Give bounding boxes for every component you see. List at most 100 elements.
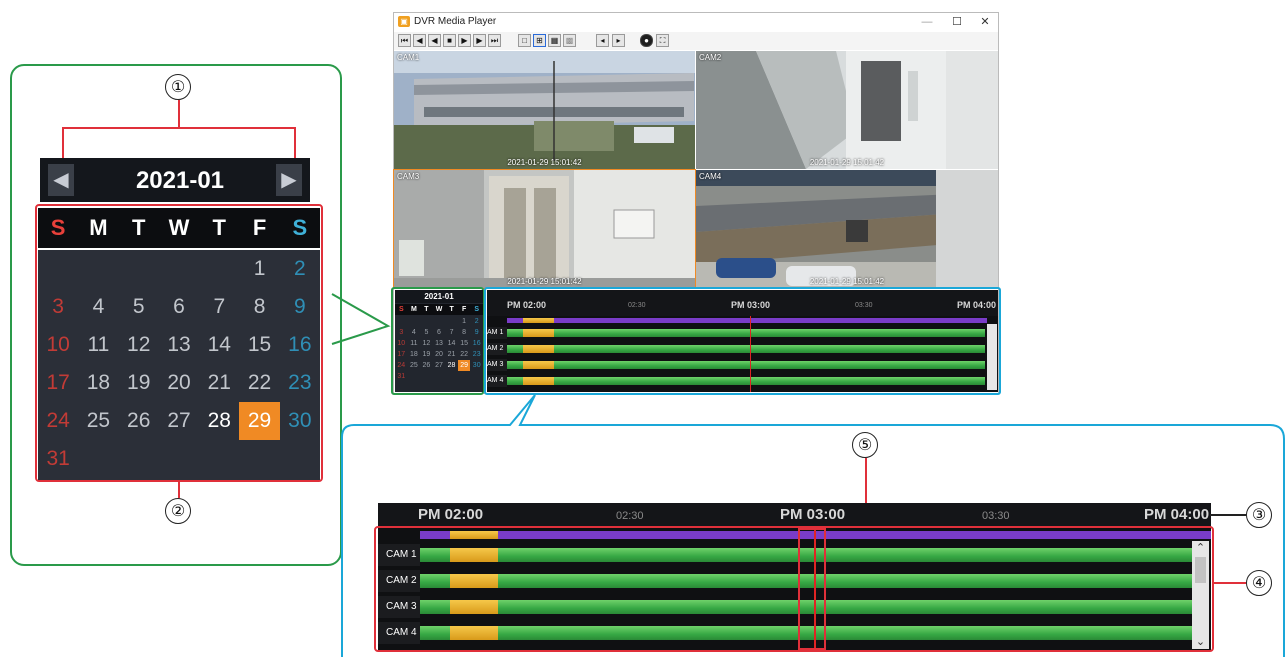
calendar-day-cell[interactable]: 28 xyxy=(199,402,239,440)
small-event-bar-1[interactable] xyxy=(523,329,554,337)
small-calendar-day-cell[interactable]: 22 xyxy=(458,349,471,360)
small-rec-bar-2[interactable] xyxy=(507,345,985,353)
calendar-day-cell[interactable]: 5 xyxy=(119,288,159,326)
small-calendar-day-cell[interactable]: 8 xyxy=(458,327,471,338)
small-playhead[interactable] xyxy=(750,316,751,392)
small-rec-bar-3[interactable] xyxy=(507,361,985,369)
app-icon: ▣ xyxy=(398,16,410,27)
small-calendar-day-cell[interactable]: 7 xyxy=(445,327,458,338)
calendar-day-cell[interactable]: 8 xyxy=(239,288,279,326)
small-calendar-day-cell[interactable]: 6 xyxy=(433,327,446,338)
small-event-bar-2[interactable] xyxy=(523,345,554,353)
fast-forward-icon[interactable]: ▶ xyxy=(473,34,486,47)
calendar-day-cell[interactable]: 11 xyxy=(78,326,118,364)
small-event-bar-3[interactable] xyxy=(523,361,554,369)
callout-3: ③ xyxy=(1246,502,1272,528)
next-month-button[interactable]: ▶ xyxy=(276,164,302,196)
small-event-bar-4[interactable] xyxy=(523,377,554,385)
next-segment-icon[interactable]: ▸ xyxy=(612,34,625,47)
small-calendar-day-cell[interactable]: 30 xyxy=(470,360,483,371)
fullscreen-icon[interactable]: ⛶ xyxy=(656,34,669,47)
layout-16-icon[interactable]: ▩ xyxy=(563,34,576,47)
calendar-day-cell[interactable]: 20 xyxy=(159,364,199,402)
small-calendar-day-cell[interactable]: 11 xyxy=(408,338,421,349)
small-calendar-day-cell[interactable]: 18 xyxy=(408,349,421,360)
calendar-day-cell[interactable]: 18 xyxy=(78,364,118,402)
close-button[interactable]: ✕ xyxy=(974,14,996,30)
small-calendar-day-cell[interactable]: 20 xyxy=(433,349,446,360)
clock-icon[interactable]: ● xyxy=(640,34,653,47)
small-calendar-day-cell[interactable]: 26 xyxy=(420,360,433,371)
stop-icon[interactable]: ■ xyxy=(443,34,456,47)
small-calendar-day-cell[interactable]: 1 xyxy=(458,316,471,327)
rewind-icon[interactable]: ◀ xyxy=(428,34,441,47)
small-calendar-day-cell[interactable]: 14 xyxy=(445,338,458,349)
small-calendar-day-cell[interactable]: 13 xyxy=(433,338,446,349)
calendar-day-cell[interactable]: 31 xyxy=(38,440,78,478)
camera-2-image xyxy=(696,51,998,169)
calendar-day-cell[interactable]: 15 xyxy=(239,326,279,364)
calendar-day-cell[interactable]: 27 xyxy=(159,402,199,440)
minimize-button[interactable]: — xyxy=(916,14,938,30)
calendar-day-cell[interactable]: 16 xyxy=(280,326,320,364)
maximize-button[interactable]: ☐ xyxy=(946,14,968,30)
calendar-day-cell[interactable]: 24 xyxy=(38,402,78,440)
small-calendar-day-cell[interactable]: 17 xyxy=(395,349,408,360)
small-calendar-day-cell[interactable]: 29 xyxy=(457,360,471,371)
calendar-day-cell[interactable]: 25 xyxy=(78,402,118,440)
prev-segment-icon[interactable]: ◂ xyxy=(596,34,609,47)
small-calendar-day-cell[interactable]: 16 xyxy=(470,338,483,349)
calendar-day-cell[interactable]: 23 xyxy=(280,364,320,402)
layout-quad-icon[interactable]: ⊞ xyxy=(533,34,546,47)
small-calendar-day-cell[interactable]: 24 xyxy=(395,360,408,371)
small-calendar-day-cell[interactable]: 12 xyxy=(420,338,433,349)
calendar-day-cell[interactable]: 30 xyxy=(280,402,320,440)
small-calendar-day-cell[interactable]: 3 xyxy=(395,327,408,338)
camera-tile-2[interactable]: CAM2 2021-01-29 15:01:42 xyxy=(696,51,998,169)
small-calendar-day-cell[interactable]: 2 xyxy=(470,316,483,327)
camera-tile-1[interactable]: CAM1 2021-01-29 15:01:42 xyxy=(394,51,695,169)
camera-tile-3[interactable]: CAM3 2021-01-29 15:01:42 xyxy=(393,169,696,289)
calendar-day-cell[interactable]: 1 xyxy=(239,250,279,288)
small-calendar-day-cell[interactable]: 28 xyxy=(445,360,458,371)
small-calendar-day-cell[interactable]: 15 xyxy=(458,338,471,349)
small-calendar-day-cell[interactable]: 10 xyxy=(395,338,408,349)
play-icon[interactable]: ▶ xyxy=(458,34,471,47)
calendar-day-cell[interactable]: 3 xyxy=(38,288,78,326)
small-calendar-day-cell[interactable]: 31 xyxy=(395,371,408,382)
calendar-day-cell[interactable]: 12 xyxy=(119,326,159,364)
small-calendar-day-cell[interactable]: 21 xyxy=(445,349,458,360)
calendar-day-cell[interactable]: 9 xyxy=(280,288,320,326)
calendar-day-cell[interactable]: 14 xyxy=(199,326,239,364)
calendar-day-cell[interactable]: 13 xyxy=(159,326,199,364)
camera-tile-4[interactable]: CAM4 2021-01-29 15:01:42 xyxy=(696,170,998,288)
small-rec-bar-1[interactable] xyxy=(507,329,985,337)
calendar-day-cell[interactable]: 7 xyxy=(199,288,239,326)
calendar-day-cell[interactable]: 2 xyxy=(280,250,320,288)
calendar-day-cell xyxy=(159,250,199,288)
small-calendar-day-cell[interactable]: 19 xyxy=(420,349,433,360)
calendar-day-cell[interactable]: 22 xyxy=(239,364,279,402)
small-calendar-day-cell[interactable]: 5 xyxy=(420,327,433,338)
calendar-day-cell[interactable]: 19 xyxy=(119,364,159,402)
small-scrollbar[interactable] xyxy=(987,324,997,390)
layout-single-icon[interactable]: □ xyxy=(518,34,531,47)
small-rec-bar-4[interactable] xyxy=(507,377,985,385)
calendar-day-cell[interactable]: 10 xyxy=(38,326,78,364)
small-calendar-day-cell[interactable]: 27 xyxy=(433,360,446,371)
calendar-day-cell[interactable]: 29 xyxy=(239,402,280,440)
calendar-day-cell[interactable]: 17 xyxy=(38,364,78,402)
go-end-icon[interactable]: ⏭ xyxy=(488,34,501,47)
calendar-day-cell[interactable]: 21 xyxy=(199,364,239,402)
calendar-day-cell[interactable]: 4 xyxy=(78,288,118,326)
calendar-day-cell[interactable]: 6 xyxy=(159,288,199,326)
calendar-day-cell[interactable]: 26 xyxy=(119,402,159,440)
layout-9-icon[interactable]: ▦ xyxy=(548,34,561,47)
go-start-icon[interactable]: ⏮ xyxy=(398,34,411,47)
small-calendar-day-cell[interactable]: 23 xyxy=(470,349,483,360)
small-calendar-day-cell[interactable]: 25 xyxy=(408,360,421,371)
step-back-icon[interactable]: ◀ xyxy=(413,34,426,47)
small-calendar-day-cell[interactable]: 9 xyxy=(470,327,483,338)
prev-month-button[interactable]: ◀ xyxy=(48,164,74,196)
small-calendar-day-cell[interactable]: 4 xyxy=(408,327,421,338)
